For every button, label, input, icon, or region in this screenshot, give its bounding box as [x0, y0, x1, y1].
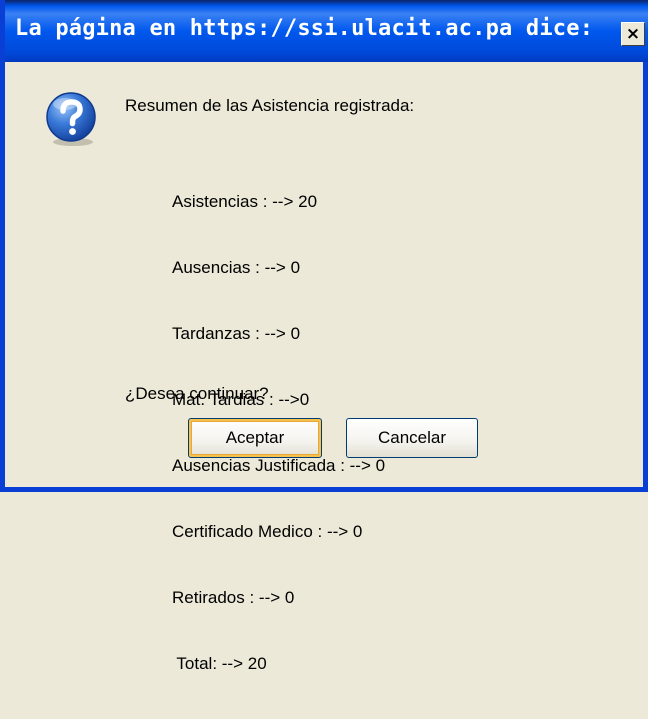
close-button[interactable]: × [621, 22, 645, 46]
cancel-button[interactable]: Cancelar [346, 418, 478, 458]
confirm-dialog: La página en https://ssi.ulacit.ac.pa di… [0, 0, 648, 673]
summary-line: Retirados : --> 0 [172, 588, 295, 607]
message-heading: Resumen de las Asistencia registrada: [125, 96, 415, 115]
summary-line: Ausencias Justificada : --> 0 [172, 456, 386, 475]
summary-line: Certificado Medico : --> 0 [172, 522, 363, 541]
title-bar[interactable]: La página en https://ssi.ulacit.ac.pa di… [5, 0, 648, 62]
question-icon [46, 92, 96, 146]
dialog-title: La página en https://ssi.ulacit.ac.pa di… [15, 16, 594, 41]
close-icon: × [625, 23, 641, 44]
summary-line: Tardanzas : --> 0 [172, 324, 301, 343]
summary-line: Asistencias : --> 20 [172, 192, 318, 211]
confirm-question: ¿Desea continuar? [125, 384, 269, 403]
accept-button[interactable]: Aceptar [188, 418, 322, 458]
summary-line: Total: --> 20 [172, 654, 267, 673]
summary-line: Ausencias : --> 0 [172, 258, 301, 277]
